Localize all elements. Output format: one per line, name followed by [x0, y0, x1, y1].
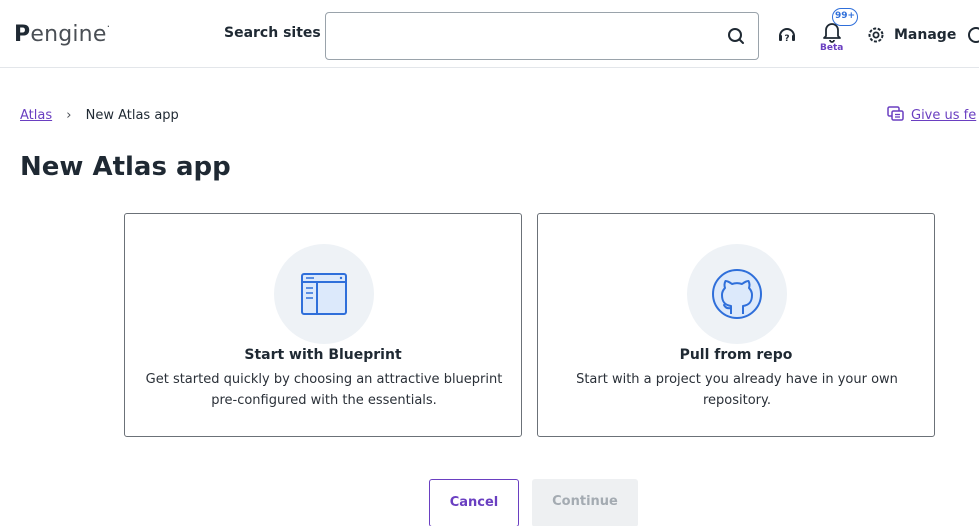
blueprint-card-description: Get started quickly by choosing an attra…	[145, 372, 503, 408]
logo-prefix: P	[14, 22, 31, 47]
account-icon[interactable]	[966, 25, 979, 45]
blueprint-card-title: Start with Blueprint	[244, 347, 402, 363]
continue-button[interactable]: Continue	[532, 479, 638, 526]
repo-card-description: Start with a project you already have in…	[576, 372, 898, 408]
notification-count-badge: 99+	[832, 8, 858, 26]
search-sites-label: Search sites	[224, 25, 321, 41]
wp-engine-logo[interactable]: Pengine·	[14, 20, 111, 47]
svg-text:?: ?	[784, 34, 789, 44]
breadcrumb-atlas-link[interactable]: Atlas	[20, 108, 52, 123]
manage-menu[interactable]: Manage	[894, 27, 956, 43]
gear-icon[interactable]	[866, 25, 886, 45]
blueprint-icon	[301, 273, 347, 315]
feedback-label[interactable]: Give us fe	[911, 108, 976, 123]
breadcrumb: Atlas › New Atlas app	[20, 108, 179, 123]
search-icon[interactable]	[726, 26, 746, 46]
blueprint-option-card[interactable]: Start with Blueprint Get started quickly…	[124, 213, 522, 437]
repo-option-card[interactable]: Pull from repo Start with a project you …	[537, 213, 935, 437]
logo-mark: ·	[106, 20, 111, 33]
search-input[interactable]	[325, 12, 759, 60]
beta-label: Beta	[820, 43, 844, 53]
feedback-icon	[887, 106, 904, 121]
github-icon	[712, 269, 762, 319]
logo-text: engine	[30, 22, 107, 47]
cancel-button[interactable]: Cancel	[429, 479, 519, 526]
github-icon-circle	[687, 244, 787, 344]
help-icon[interactable]: ?	[776, 24, 798, 46]
repo-card-title: Pull from repo	[679, 347, 793, 363]
feedback-link[interactable]: Give us fe	[887, 106, 976, 123]
page-title: New Atlas app	[20, 152, 231, 182]
blueprint-icon-circle	[274, 244, 374, 344]
top-header: Pengine· Search sites ? 99+ Beta Manage	[0, 0, 979, 68]
breadcrumb-separator: ›	[66, 108, 72, 123]
notifications-button[interactable]: 99+ Beta	[814, 8, 858, 58]
breadcrumb-current: New Atlas app	[85, 108, 179, 123]
